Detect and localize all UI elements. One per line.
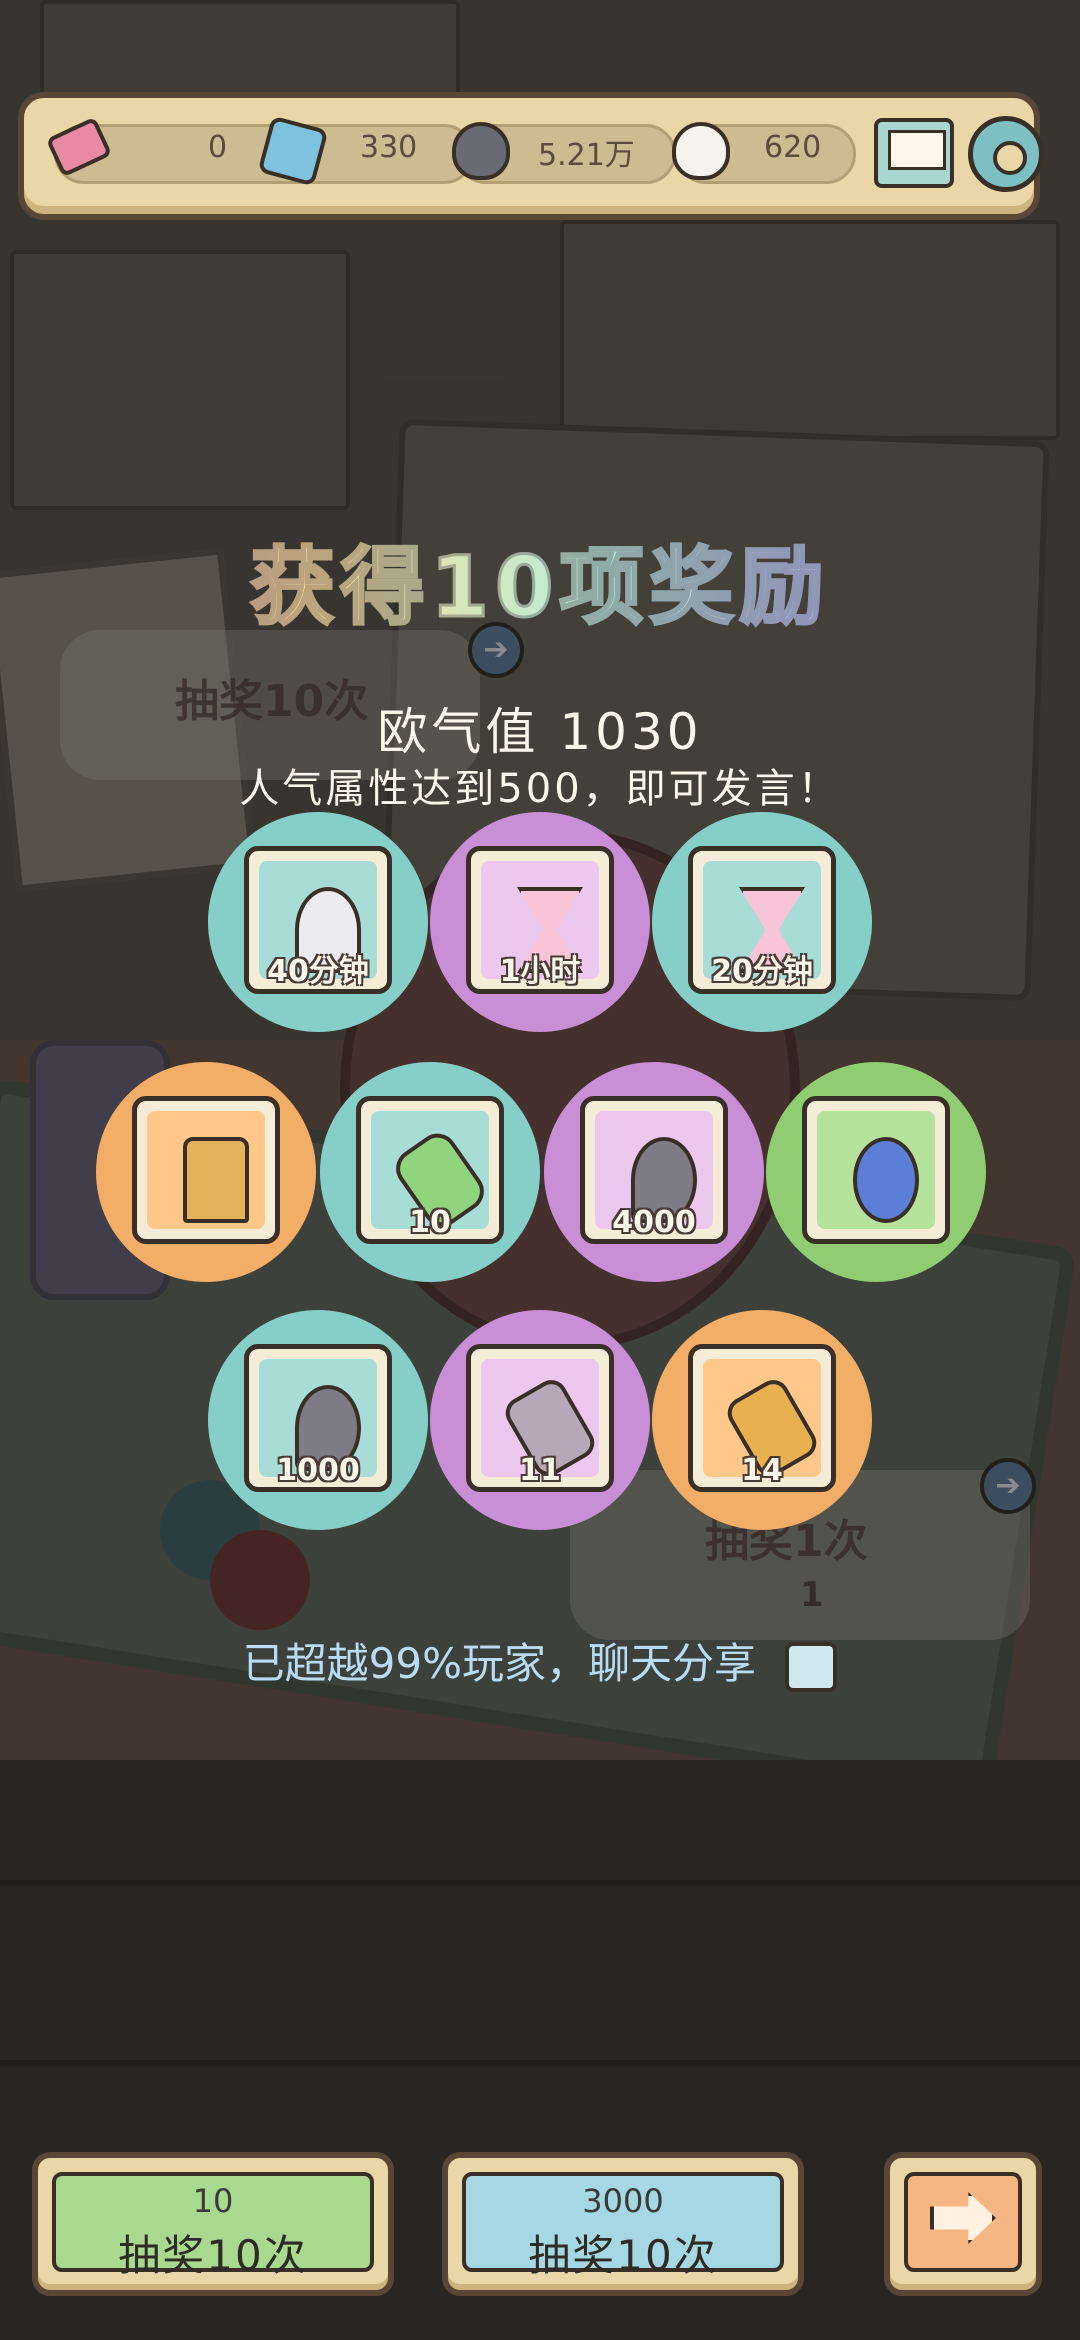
cube-count: 330 xyxy=(360,130,418,165)
draw-10-ticket-button[interactable]: 10 抽奖10次 xyxy=(32,2152,394,2296)
reward-card xyxy=(132,1096,280,1244)
reward-item[interactable]: 20分钟 xyxy=(652,812,872,1032)
button-label: 抽奖10次 xyxy=(528,2231,718,2280)
reward-item[interactable]: 14 xyxy=(652,1310,872,1530)
reward-card xyxy=(802,1096,950,1244)
ticket-count: 0 xyxy=(208,130,228,165)
flower-ring-icon xyxy=(853,1137,919,1223)
reward-amount: 1小时 xyxy=(499,954,581,989)
light-ghost-icon xyxy=(672,122,730,180)
share-icon[interactable] xyxy=(785,1641,838,1692)
button-cost: 3000 xyxy=(582,2182,664,2220)
dark-ghost-icon xyxy=(452,122,510,180)
trophy-icon xyxy=(183,1137,249,1223)
share-text: 已超越99%玩家，聊天分享 xyxy=(242,1639,756,1688)
reward-amount: 10 xyxy=(409,1205,451,1240)
reward-item[interactable] xyxy=(766,1062,986,1282)
light-ghost-count: 620 xyxy=(764,130,822,165)
draw-10-ghost-button[interactable]: 3000 抽奖10次 xyxy=(442,2152,804,2296)
reward-item[interactable]: 11 xyxy=(430,1310,650,1530)
dark-ghost-count: 5.21万 xyxy=(538,138,635,173)
reward-item[interactable]: 40分钟 xyxy=(208,812,428,1032)
reward-title: 获得10项奖励 xyxy=(0,520,1080,641)
reward-item[interactable]: 10 xyxy=(320,1062,540,1282)
reward-amount: 11 xyxy=(519,1453,561,1488)
luck-value: 欧气值 1030 xyxy=(377,703,703,761)
reward-amount: 14 xyxy=(741,1453,783,1488)
reward-amount: 20分钟 xyxy=(711,954,813,989)
mail-icon[interactable] xyxy=(874,118,954,188)
reward-item[interactable]: 1小时 xyxy=(430,812,650,1032)
gear-icon[interactable] xyxy=(968,116,1044,192)
hint-text: 人气属性达到500，即可发言！ xyxy=(239,766,841,812)
reward-item[interactable]: 4000 xyxy=(544,1062,764,1282)
next-button[interactable] xyxy=(884,2152,1042,2296)
button-label: 抽奖10次 xyxy=(118,2231,308,2280)
reward-item[interactable] xyxy=(96,1062,316,1282)
reward-amount: 4000 xyxy=(612,1205,696,1240)
resource-bar: 0 330 5.21万 620 xyxy=(18,92,1044,220)
share-row[interactable]: 已超越99%玩家，聊天分享 xyxy=(0,1630,1080,1692)
reward-item[interactable]: 1000 xyxy=(208,1310,428,1530)
reward-amount: 1000 xyxy=(276,1453,360,1488)
button-cost: 10 xyxy=(192,2182,234,2220)
reward-amount: 40分钟 xyxy=(267,954,369,989)
